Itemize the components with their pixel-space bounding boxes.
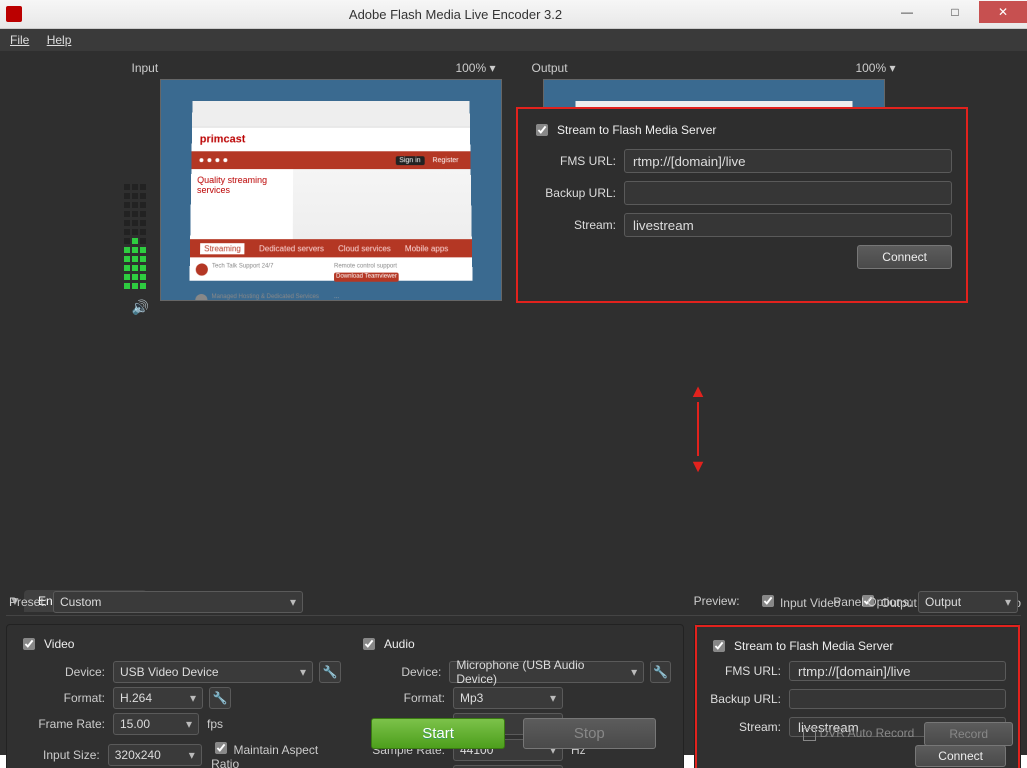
bottom-bar: Start Stop DVR Auto Record Record xyxy=(0,718,1027,749)
audio-heading: Audio xyxy=(384,637,415,651)
stream-overlay-checkbox[interactable] xyxy=(536,124,548,136)
audio-format-label: Format: xyxy=(359,691,445,705)
audio-device-label: Device: xyxy=(359,665,441,679)
input-preview-column: Input 100% xyxy=(124,57,504,317)
record-button: Record xyxy=(924,722,1013,746)
input-preview-label: Input xyxy=(132,61,159,75)
menu-help[interactable]: Help xyxy=(47,33,72,47)
maximize-button[interactable]: □ xyxy=(931,1,979,23)
inputsize-label: Input Size: xyxy=(19,748,100,762)
audio-device-settings-icon[interactable]: 🔧 xyxy=(650,661,671,683)
menu-file[interactable]: File xyxy=(10,33,29,47)
preview-website-mock: primcast Sign inRegister Quality streami… xyxy=(189,101,472,281)
toggle-input-video[interactable]: Input Video xyxy=(758,592,841,610)
preset-select[interactable]: Custom xyxy=(53,591,303,613)
fms-url-input[interactable] xyxy=(624,149,952,173)
window-buttons: — □ ✕ xyxy=(883,5,1027,23)
output-stream-checkbox[interactable] xyxy=(713,640,725,652)
stream-input[interactable] xyxy=(624,213,952,237)
video-device-label: Device: xyxy=(19,665,105,679)
fms-url-label: FMS URL: xyxy=(532,154,616,168)
preview-label: Preview: xyxy=(694,594,740,608)
audio-enable-checkbox[interactable] xyxy=(363,638,375,650)
video-format-label: Format: xyxy=(19,691,105,705)
out-backup-label: Backup URL: xyxy=(709,692,781,706)
stream-label: Stream: xyxy=(532,218,616,232)
panel-options-select[interactable]: Output xyxy=(918,591,1018,613)
backup-url-input[interactable] xyxy=(624,181,952,205)
vu-meter xyxy=(124,79,152,299)
video-format-settings-icon[interactable]: 🔧 xyxy=(209,687,231,709)
annotation-arrow: ▲ ▼ xyxy=(688,381,708,477)
video-format-select[interactable]: H.264 xyxy=(113,687,203,709)
start-button[interactable]: Start xyxy=(371,718,505,749)
minimize-button[interactable]: — xyxy=(883,1,931,23)
app-icon xyxy=(6,6,22,22)
close-button[interactable]: ✕ xyxy=(979,1,1027,23)
input-zoom-select[interactable]: 100% xyxy=(455,61,495,75)
app-body: Input 100% xyxy=(0,51,1027,755)
out-fms-label: FMS URL: xyxy=(709,664,781,678)
stream-overlay-checkbox-row[interactable]: Stream to Flash Media Server xyxy=(532,121,952,139)
video-heading: Video xyxy=(44,637,74,651)
audio-device-select[interactable]: Microphone (USB Audio Device) xyxy=(449,661,644,683)
stream-overlay-title: Stream to Flash Media Server xyxy=(557,123,716,137)
video-device-settings-icon[interactable]: 🔧 xyxy=(319,661,341,683)
out-fms-input[interactable] xyxy=(789,661,1006,681)
speaker-icon: 🔊 xyxy=(127,299,155,316)
window-title: Adobe Flash Media Live Encoder 3.2 xyxy=(28,7,883,22)
preset-label: Preset: xyxy=(9,595,47,609)
output-zoom-select[interactable]: 100% xyxy=(855,61,895,75)
window-titlebar: Adobe Flash Media Live Encoder 3.2 — □ ✕ xyxy=(0,0,1027,29)
output-stream-checkbox-row[interactable]: Stream to Flash Media Server xyxy=(709,637,1006,655)
audio-format-select[interactable]: Mp3 xyxy=(453,687,563,709)
input-preview: primcast Sign inRegister Quality streami… xyxy=(160,79,502,301)
dvr-auto-record-checkbox[interactable]: DVR Auto Record xyxy=(803,726,915,740)
panel-options-label: Panel Options: xyxy=(833,595,912,609)
preset-row: Preset: Custom xyxy=(9,591,303,613)
stream-overlay-panel: Stream to Flash Media Server FMS URL: Ba… xyxy=(516,107,968,303)
out-backup-input[interactable] xyxy=(789,689,1006,709)
video-enable-checkbox[interactable] xyxy=(23,638,35,650)
menu-bar: File Help xyxy=(0,29,1027,51)
connect-button-overlay[interactable]: Connect xyxy=(857,245,952,269)
vu-meter-container: 🔊 xyxy=(124,79,158,316)
backup-url-label: Backup URL: xyxy=(532,186,616,200)
stop-button: Stop xyxy=(523,718,656,749)
output-preview-label: Output xyxy=(532,61,568,75)
video-device-select[interactable]: USB Video Device xyxy=(113,661,313,683)
